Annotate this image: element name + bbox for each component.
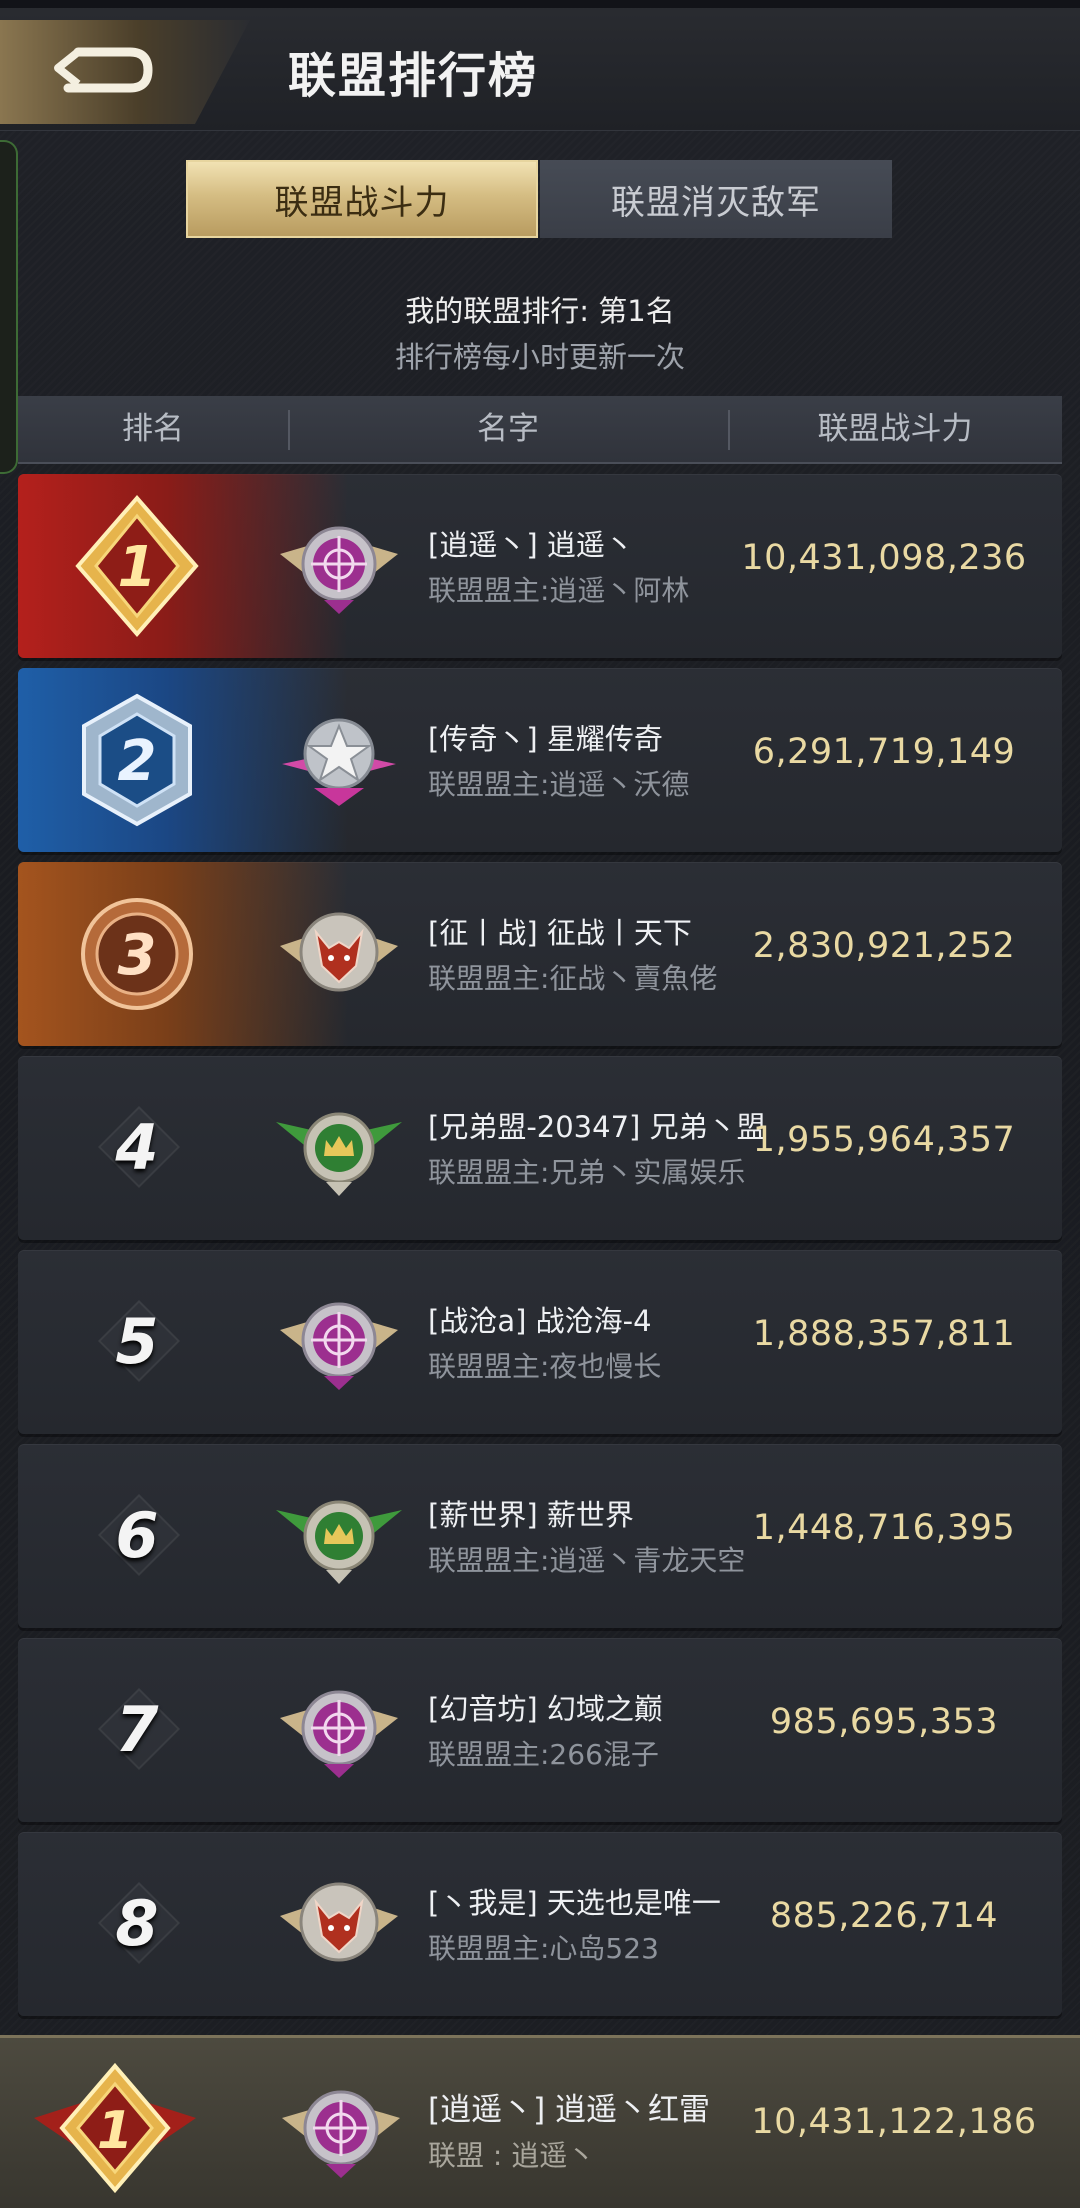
table-row[interactable]: 2 [传奇丶] 星耀传奇 联盟盟主:逍遥丶沃德 6,291,719,149: [18, 668, 1062, 852]
back-button[interactable]: [0, 20, 250, 124]
page-title: 联盟排行榜: [288, 48, 539, 104]
alliance-name: [兄弟盟-20347] 兄弟丶盟: [428, 1110, 766, 1144]
my-alliance-row[interactable]: 1 [逍遥丶] 逍遥丶红雷 联盟 : 逍遥丶 10,431,122,186: [0, 2035, 1080, 2208]
silver-rank-medal-icon: 2: [82, 693, 192, 827]
table-header: 排名 名字 联盟战斗力: [18, 396, 1062, 464]
tab-alliance-power[interactable]: 联盟战斗力: [186, 160, 538, 238]
alliance-power: 2,830,921,252: [752, 926, 1016, 966]
purple-target-emblem-icon: [280, 1690, 398, 1778]
my-alliance-rank: 我的联盟排行: 第1名: [405, 294, 675, 328]
purple-target-emblem-icon: [280, 526, 398, 614]
column-header-rank: 排名: [122, 411, 184, 447]
rank-number: 7: [115, 1693, 159, 1766]
update-note: 排行榜每小时更新一次: [394, 340, 685, 374]
medal-rank-number: 3: [118, 923, 157, 988]
green-crown-emblem-icon: [276, 1500, 402, 1584]
rank-number: 6: [115, 1499, 159, 1572]
table-row[interactable]: 3 [征丨战] 征战丨天下 联盟盟主:征战丶賣魚佬 2,830,921,252: [18, 862, 1062, 1046]
green-crown-emblem-icon: [276, 1112, 402, 1196]
alliance-power: 1,955,964,357: [752, 1120, 1016, 1160]
my-alliance-leader: 联盟 : 逍遥丶: [428, 2139, 596, 2172]
purple-target-emblem-icon: [280, 1302, 398, 1390]
alliance-leader: 联盟盟主:逍遥丶青龙天空: [428, 1544, 746, 1577]
rank-number: 4: [115, 1111, 159, 1184]
medal-rank-number: 1: [97, 2101, 133, 2161]
header-bar: 联盟排行榜: [0, 0, 1080, 131]
pink-star-emblem-icon: [282, 718, 396, 806]
rank-number: 5: [115, 1305, 159, 1378]
my-alliance-name: [逍遥丶] 逍遥丶红雷: [428, 2092, 711, 2128]
alliance-leader: 联盟盟主:266混子: [428, 1738, 659, 1771]
red-fox-emblem-icon: [280, 1882, 398, 1962]
alliance-name: [幻音坊] 幻域之巅: [428, 1692, 663, 1726]
alliance-power: 10,431,098,236: [741, 538, 1027, 578]
purple-target-emblem-icon: [282, 2090, 400, 2178]
alliance-name: [薪世界] 薪世界: [428, 1498, 634, 1532]
table-row[interactable]: 8 [丶我是] 天选也是唯一 联盟盟主:心岛523 885,226,714: [18, 1832, 1062, 2016]
column-header-power: 联盟战斗力: [817, 411, 973, 447]
gold-rank-medal-icon: 1: [34, 2062, 196, 2194]
status-strip: [0, 0, 1080, 8]
alliance-name: [丶我是] 天选也是唯一: [428, 1886, 721, 1920]
rank-number: 8: [115, 1887, 159, 1960]
medal-rank-number: 2: [118, 729, 157, 794]
alliance-power: 1,888,357,811: [752, 1314, 1016, 1354]
alliance-leader: 联盟盟主:征战丶賣魚佬: [428, 962, 718, 995]
alliance-power: 6,291,719,149: [752, 732, 1016, 772]
table-row[interactable]: 7 [幻音坊] 幻域之巅 联盟盟主:266混子 985,695,353: [18, 1638, 1062, 1822]
gold-rank-medal-icon: 1: [75, 494, 199, 638]
table-row[interactable]: 1 [逍遥丶] 逍遥丶 联盟盟主:逍遥丶阿林 10,431,098,236: [18, 474, 1062, 658]
tab-alliance-kills[interactable]: 联盟消灭敌军: [540, 160, 892, 238]
table-row[interactable]: 6 [薪世界] 薪世界 联盟盟主:逍遥丶青龙天空 1,448,716,395: [18, 1444, 1062, 1628]
table-row[interactable]: 5 [战沧a] 战沧海-4 联盟盟主:夜也慢长 1,888,357,811: [18, 1250, 1062, 1434]
bronze-rank-medal-icon: 3: [81, 898, 193, 1010]
alliance-leader: 联盟盟主:逍遥丶阿林: [428, 574, 690, 607]
alliance-leader: 联盟盟主:兄弟丶实属娱乐: [428, 1156, 746, 1189]
red-fox-emblem-icon: [280, 912, 398, 992]
alliance-power: 885,226,714: [769, 1896, 999, 1936]
column-header-name: 名字: [477, 411, 539, 447]
alliance-name: [征丨战] 征战丨天下: [428, 916, 692, 950]
alliance-power: 985,695,353: [769, 1702, 999, 1742]
alliance-leader: 联盟盟主:心岛523: [428, 1932, 659, 1965]
table-row[interactable]: 4 [兄弟盟-20347] 兄弟丶盟 联盟盟主:兄弟丶实属娱乐 1,955,96…: [18, 1056, 1062, 1240]
alliance-name: [逍遥丶] 逍遥丶: [428, 528, 634, 562]
alliance-name: [战沧a] 战沧海-4: [428, 1304, 652, 1338]
medal-rank-number: 1: [118, 535, 157, 600]
alliance-name: [传奇丶] 星耀传奇: [428, 722, 663, 756]
alliance-leader: 联盟盟主:夜也慢长: [428, 1350, 662, 1383]
back-arrow-icon: [54, 47, 153, 93]
my-alliance-power: 10,431,122,186: [751, 2102, 1037, 2142]
alliance-leader: 联盟盟主:逍遥丶沃德: [428, 768, 690, 801]
alliance-power: 1,448,716,395: [752, 1508, 1016, 1548]
